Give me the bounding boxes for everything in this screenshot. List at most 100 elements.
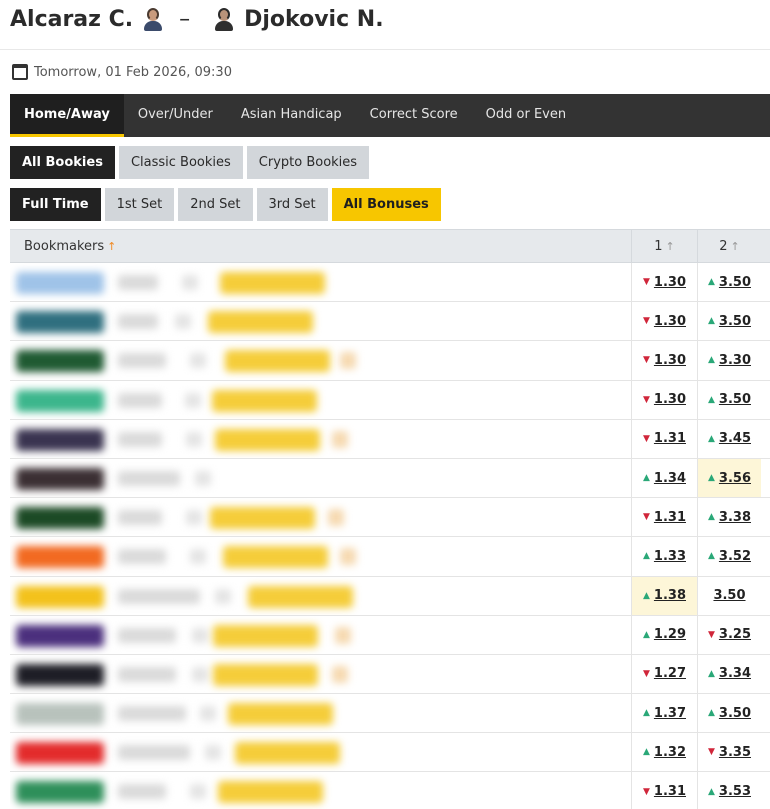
odd-1-cell[interactable]: ▼ 1.31 (631, 498, 697, 537)
filter-classic-bookies[interactable]: Classic Bookies (118, 146, 243, 179)
column-2[interactable]: 2 ↑ (697, 230, 761, 263)
bookmaker-cell[interactable] (10, 381, 631, 419)
odd-value[interactable]: 3.30 (719, 353, 751, 368)
odd-value[interactable]: 1.32 (654, 745, 686, 760)
bookmaker-cell[interactable] (10, 263, 631, 301)
odd-2-cell[interactable]: ▲ 3.56 (697, 458, 761, 498)
odd-value[interactable]: 3.56 (719, 471, 751, 486)
odd-1-cell[interactable]: ▼ 1.30 (631, 302, 697, 341)
bookmaker-cell[interactable] (10, 655, 631, 693)
bookmaker-cell[interactable] (10, 341, 631, 379)
filter-3rd-set[interactable]: 3rd Set (256, 188, 328, 221)
odd-value[interactable]: 1.29 (654, 627, 686, 642)
odd-value[interactable]: 1.30 (654, 275, 686, 290)
odd-1-cell[interactable]: ▲ 1.29 (631, 615, 697, 654)
odd-value[interactable]: 3.53 (719, 784, 751, 799)
odd-1-cell[interactable]: ▼ 1.30 (631, 380, 697, 419)
bookmaker-logo[interactable] (16, 350, 104, 373)
odd-value[interactable]: 3.25 (719, 627, 751, 642)
odd-value[interactable]: 3.35 (719, 745, 751, 760)
odd-value[interactable]: 1.33 (654, 549, 686, 564)
bookmaker-cell[interactable] (10, 694, 631, 732)
filter-crypto-bookies[interactable]: Crypto Bookies (246, 146, 370, 179)
odd-value[interactable]: 1.31 (654, 784, 686, 799)
home-player-name[interactable]: Alcaraz C. (10, 7, 133, 32)
odd-2-cell[interactable]: ▲ 3.50 (697, 302, 761, 341)
odd-2-cell[interactable]: ▲ 3.50 (697, 694, 761, 733)
odd-value[interactable]: 1.38 (654, 588, 686, 603)
odd-1-cell[interactable]: ▲ 1.38 (631, 576, 697, 615)
odd-2-cell[interactable]: ▲ 3.50 (697, 263, 761, 302)
bonus-badge[interactable] (213, 663, 318, 686)
tab-odd-or-even[interactable]: Odd or Even (472, 94, 580, 137)
odd-2-cell[interactable]: ▲ 3.52 (697, 537, 761, 576)
odd-value[interactable]: 1.31 (654, 510, 686, 525)
odd-1-cell[interactable]: ▼ 1.30 (631, 263, 697, 302)
bookmaker-logo[interactable] (16, 781, 104, 804)
odd-value[interactable]: 1.27 (654, 666, 686, 681)
filter-all-bonuses[interactable]: All Bonuses (331, 188, 441, 221)
bookmaker-cell[interactable] (10, 772, 631, 809)
tab-asian-handicap[interactable]: Asian Handicap (227, 94, 356, 137)
bookmaker-logo[interactable] (16, 703, 104, 726)
odd-value[interactable]: 1.37 (654, 706, 686, 721)
bookmaker-cell[interactable] (10, 302, 631, 340)
bonus-badge[interactable] (218, 781, 323, 804)
column-1[interactable]: 1 ↑ (631, 230, 697, 263)
odd-value[interactable]: 3.52 (719, 549, 751, 564)
bookmaker-cell[interactable] (10, 537, 631, 575)
odd-2-cell[interactable]: ▲ 3.53 (697, 772, 761, 809)
bonus-badge[interactable] (225, 350, 330, 373)
filter-full-time[interactable]: Full Time (10, 188, 101, 221)
odd-value[interactable]: 3.50 (719, 314, 751, 329)
tab-home-away[interactable]: Home/Away (10, 94, 124, 137)
bookmaker-cell[interactable] (10, 498, 631, 536)
bookmaker-cell[interactable] (10, 577, 631, 615)
bookmaker-logo[interactable] (16, 311, 104, 334)
away-player-name[interactable]: Djokovic N. (244, 7, 383, 32)
odd-2-cell[interactable]: ▲ 3.34 (697, 654, 761, 694)
odd-1-cell[interactable]: ▼ 1.30 (631, 341, 697, 380)
bookmaker-logo[interactable] (16, 272, 104, 294)
bookmaker-logo[interactable] (16, 467, 104, 490)
bookmaker-logo[interactable] (16, 389, 104, 412)
bonus-badge[interactable] (210, 507, 315, 530)
odd-1-cell[interactable]: ▼ 1.31 (631, 772, 697, 809)
odd-value[interactable]: 1.30 (654, 392, 686, 407)
odd-value[interactable]: 1.34 (654, 471, 686, 486)
bookmaker-logo[interactable] (16, 507, 104, 530)
odd-2-cell[interactable]: ▲ 3.50 (697, 380, 761, 419)
odd-1-cell[interactable]: ▼ 1.31 (631, 419, 697, 458)
odd-1-cell[interactable]: ▲ 1.34 (631, 458, 697, 498)
odd-value[interactable]: 3.50 (719, 275, 751, 290)
bookmaker-logo[interactable] (16, 624, 104, 647)
odd-value[interactable]: 3.45 (719, 431, 751, 446)
bookmaker-logo[interactable] (16, 585, 104, 608)
odd-value[interactable]: 3.50 (719, 392, 751, 407)
odd-2-cell[interactable]: ▲ 3.45 (697, 419, 761, 458)
bookmaker-cell[interactable] (10, 616, 631, 654)
odd-value[interactable]: 3.38 (719, 510, 751, 525)
odd-value[interactable]: 3.34 (719, 666, 751, 681)
bookmaker-cell[interactable] (10, 733, 631, 771)
bookmaker-cell[interactable] (10, 459, 631, 497)
odd-2-cell[interactable]: ▼ 3.35 (697, 733, 761, 772)
bookmaker-cell[interactable] (10, 420, 631, 458)
odd-value[interactable]: 1.31 (654, 431, 686, 446)
bonus-badge[interactable] (248, 585, 353, 608)
odd-2-cell[interactable]: 3.50 (697, 576, 761, 615)
bonus-badge[interactable] (212, 389, 317, 412)
bonus-badge[interactable] (235, 742, 340, 765)
odd-2-cell[interactable]: ▼ 3.25 (697, 615, 761, 654)
bookmaker-logo[interactable] (16, 428, 104, 451)
bookmaker-logo[interactable] (16, 663, 104, 686)
bookmaker-logo[interactable] (16, 546, 104, 569)
odd-value[interactable]: 3.50 (713, 588, 745, 603)
odd-1-cell[interactable]: ▲ 1.37 (631, 694, 697, 733)
odd-2-cell[interactable]: ▲ 3.38 (697, 498, 761, 537)
column-bookmakers[interactable]: Bookmakers ↑ (10, 230, 631, 263)
tab-over-under[interactable]: Over/Under (124, 94, 227, 137)
bonus-badge[interactable] (215, 428, 320, 451)
bonus-badge[interactable] (213, 624, 318, 647)
bonus-badge[interactable] (220, 272, 325, 294)
